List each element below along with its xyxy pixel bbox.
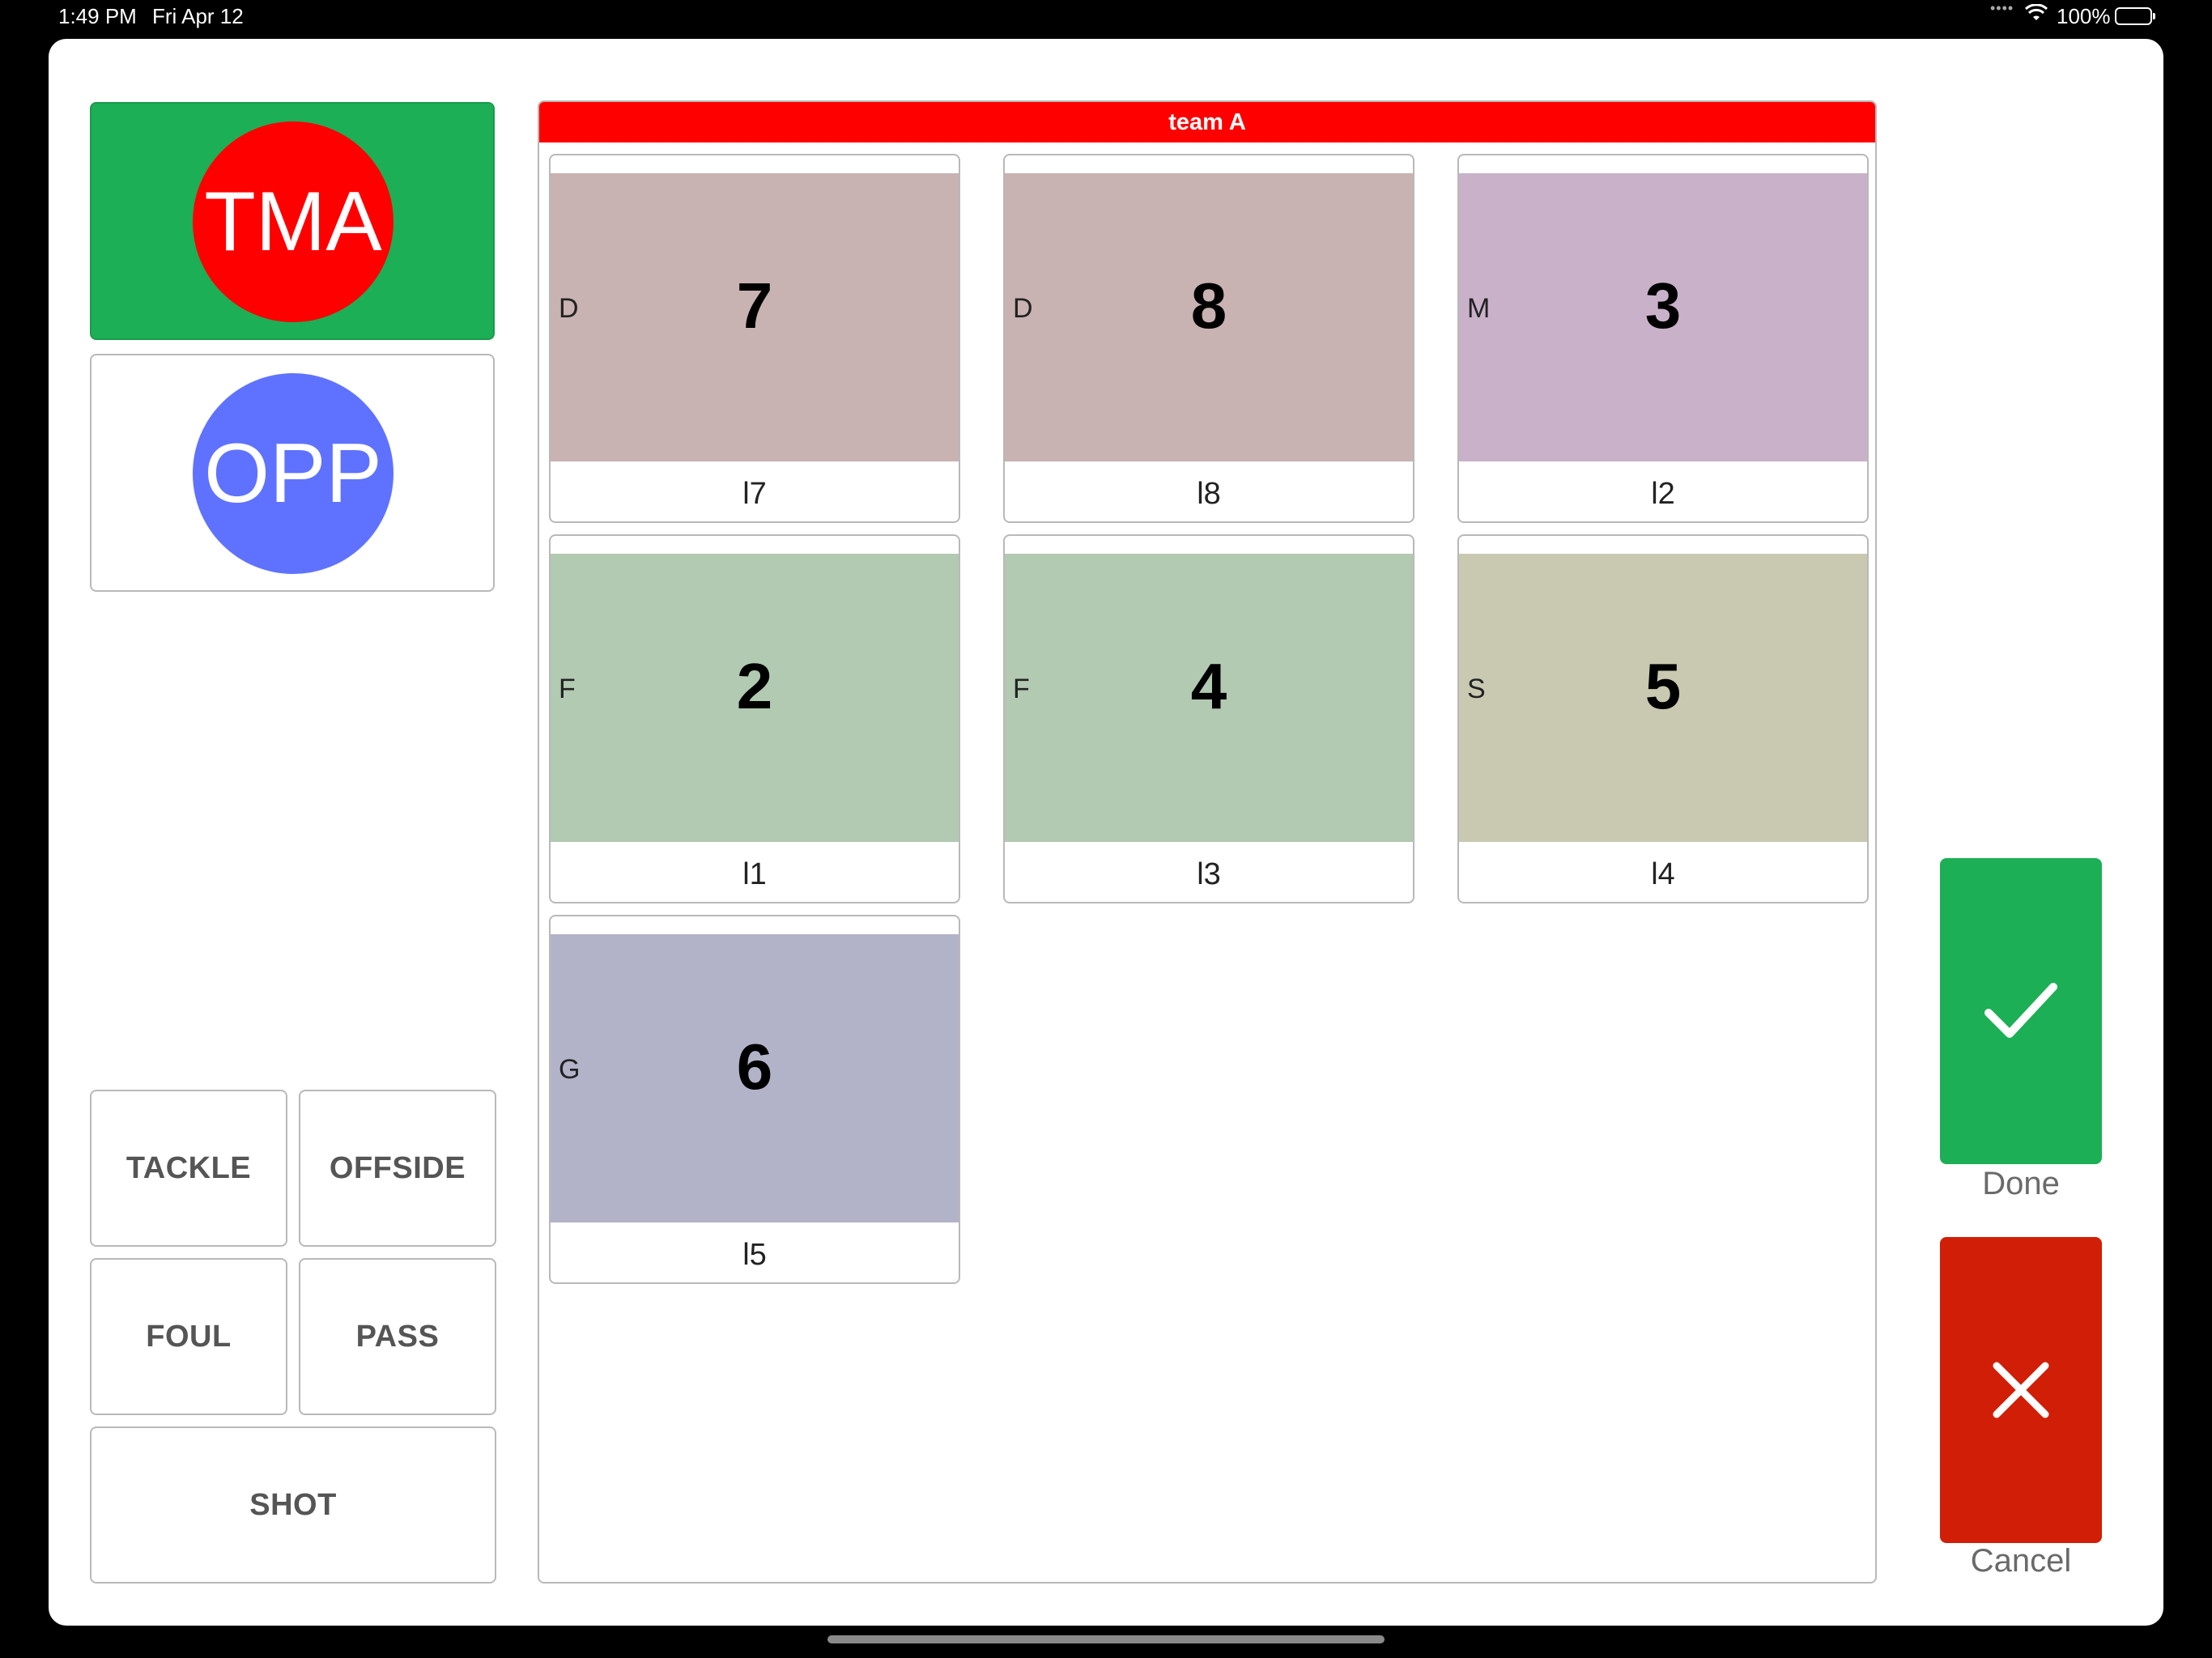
team-tma-button[interactable]: TMA	[90, 102, 495, 340]
player-label: l7	[742, 477, 767, 511]
player-label: l5	[742, 1238, 767, 1272]
team-opp-button[interactable]: OPP	[90, 354, 495, 592]
roster-title: team A	[539, 102, 1875, 142]
player-card[interactable]: F 4 l3	[1003, 534, 1414, 903]
player-card[interactable]: S 5 l4	[1457, 534, 1869, 903]
status-bar: 1:49 PM Fri Apr 12 •••• 100%	[0, 0, 2212, 37]
player-card[interactable]: M 3 l2	[1457, 154, 1869, 523]
player-label: l3	[1197, 857, 1221, 891]
player-card[interactable]: D 7 l7	[549, 154, 960, 523]
player-number: 8	[1190, 270, 1227, 342]
cancel-label: Cancel	[1970, 1543, 2072, 1579]
player-number: 6	[736, 1031, 773, 1103]
battery-percent: 100%	[2057, 4, 2111, 28]
player-number: 4	[1190, 650, 1227, 722]
team-tma-label: TMA	[193, 121, 393, 322]
foul-button[interactable]: FOUL	[90, 1258, 287, 1415]
player-card[interactable]: G 6 l5	[549, 915, 960, 1284]
close-icon	[1993, 1362, 2049, 1418]
done-label: Done	[1982, 1166, 2060, 1201]
player-number: 7	[736, 270, 773, 342]
player-label: l8	[1197, 477, 1221, 511]
cancel-button[interactable]	[1940, 1237, 2102, 1543]
status-date: Fri Apr 12	[152, 4, 244, 28]
tackle-button[interactable]: TACKLE	[90, 1090, 287, 1247]
done-button[interactable]	[1940, 858, 2102, 1164]
signal-dots-icon: ••••	[1990, 0, 2014, 16]
shot-button[interactable]: SHOT	[90, 1426, 496, 1584]
player-number: 3	[1644, 270, 1682, 342]
home-indicator	[827, 1635, 1385, 1643]
team-opp-label: OPP	[193, 373, 393, 574]
wifi-icon	[2024, 3, 2048, 29]
status-time: 1:49 PM	[58, 4, 137, 28]
checkmark-icon	[1984, 983, 2057, 1038]
player-number: 2	[736, 650, 773, 722]
player-card[interactable]: D 8 l8	[1003, 154, 1414, 523]
player-label: l4	[1651, 857, 1675, 891]
player-label: l2	[1651, 477, 1675, 511]
player-label: l1	[742, 857, 767, 891]
player-card[interactable]: F 2 l1	[549, 534, 960, 903]
roster-panel: team A D 7 l7 D 8 l8 M 3 l2 F 2 l1 F 4 l…	[538, 100, 1877, 1584]
battery-icon	[2115, 7, 2155, 25]
pass-button[interactable]: PASS	[299, 1258, 496, 1415]
offside-button[interactable]: OFFSIDE	[299, 1090, 496, 1247]
player-number: 5	[1644, 650, 1682, 722]
